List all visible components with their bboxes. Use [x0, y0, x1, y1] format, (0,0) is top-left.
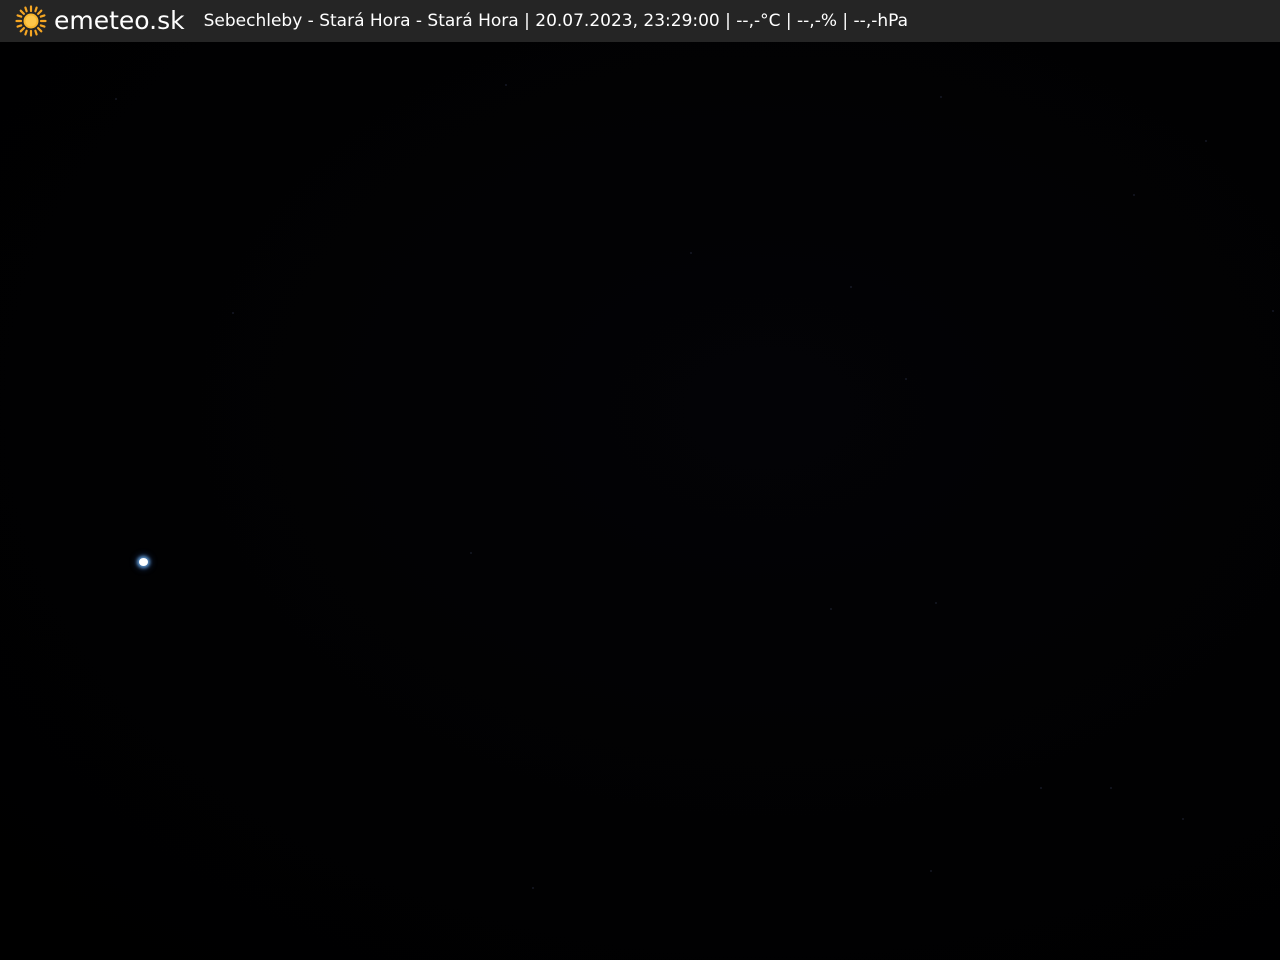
faint-star — [532, 887, 534, 889]
caption-separator: | — [842, 11, 849, 31]
caption-bar: emeteo.sk Sebechleby - Stará Hora - Star… — [0, 0, 1280, 42]
humidity-value: --,-% — [797, 11, 837, 31]
sun-icon — [15, 5, 47, 37]
faint-star — [690, 252, 692, 254]
faint-star — [1040, 787, 1042, 789]
faint-star — [940, 96, 942, 98]
pressure-value: --,-hPa — [853, 11, 909, 31]
night-sky-scene — [0, 42, 1280, 960]
faint-star — [1205, 140, 1207, 142]
faint-star — [470, 552, 472, 554]
faint-star — [505, 84, 507, 86]
caption-separator: | — [524, 11, 530, 31]
faint-star — [1110, 787, 1112, 789]
faint-star — [1272, 310, 1274, 312]
temperature-value: --,-°C — [736, 11, 781, 31]
faint-star — [232, 312, 234, 314]
faint-star — [935, 602, 937, 604]
faint-star — [1182, 818, 1184, 820]
faint-star — [930, 870, 932, 872]
faint-star — [850, 286, 852, 288]
brand-name: emeteo.sk — [54, 6, 185, 35]
caption-separator: | — [725, 11, 731, 31]
brand-logo: emeteo.sk — [15, 0, 185, 42]
caption-separator: | — [785, 11, 792, 31]
location-name: Sebechleby - Stará Hora - Stará Hora — [203, 11, 519, 31]
station-caption: Sebechleby - Stará Hora - Stará Hora | 2… — [204, 0, 908, 42]
faint-star — [830, 608, 832, 610]
faint-star — [905, 378, 907, 380]
datetime-value: 20.07.2023, 23:29:00 — [535, 11, 720, 31]
bright-light-point — [139, 558, 148, 566]
webcam-image: emeteo.sk Sebechleby - Stará Hora - Star… — [0, 0, 1280, 960]
faint-star — [1133, 194, 1135, 196]
faint-star — [115, 98, 117, 100]
